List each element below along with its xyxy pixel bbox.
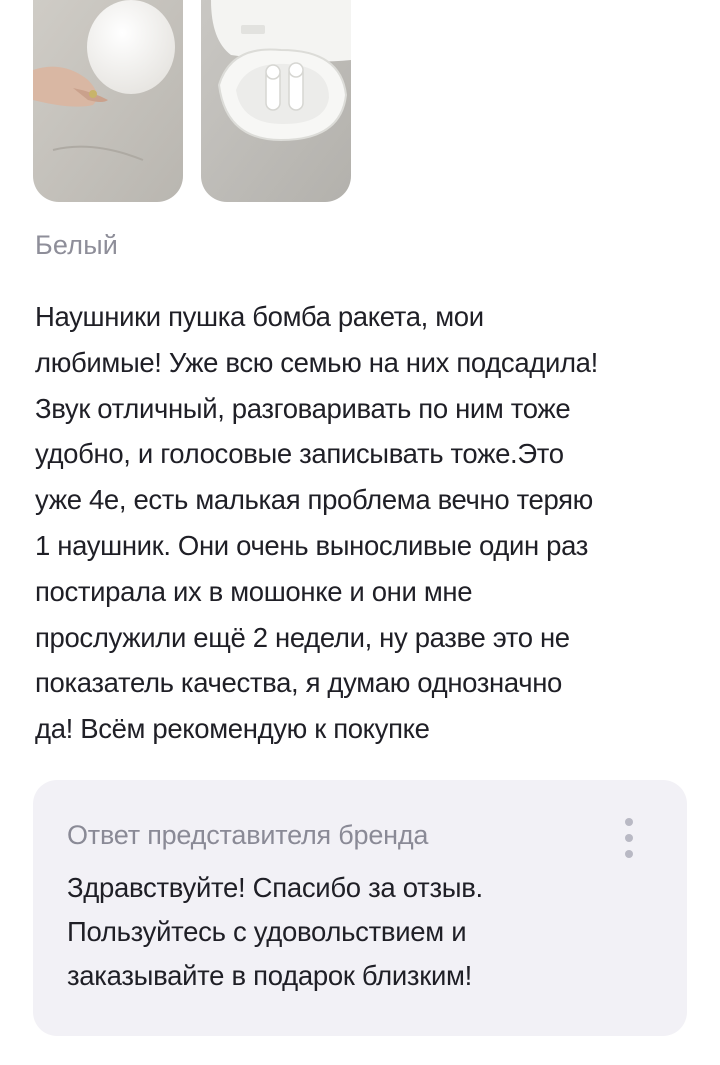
review-photo-egg[interactable] [33, 0, 183, 202]
egg-in-hand-photo [33, 0, 183, 202]
brand-reply-card: Ответ представителя бренда Здравствуйте!… [33, 780, 687, 1036]
review-photo-earbuds[interactable] [201, 0, 351, 202]
earbuds-case-photo [201, 0, 351, 202]
more-vertical-icon[interactable] [617, 816, 641, 860]
review-photos [33, 0, 351, 202]
product-variant-label: Белый [35, 230, 119, 260]
review-text: Наушники пушка бомба ракета, мои любимые… [35, 301, 598, 745]
brand-reply-text: Здравствуйте! Спасибо за отзыв. Пользуйт… [67, 872, 483, 991]
brand-reply-title: Ответ представителя бренда [67, 820, 429, 850]
